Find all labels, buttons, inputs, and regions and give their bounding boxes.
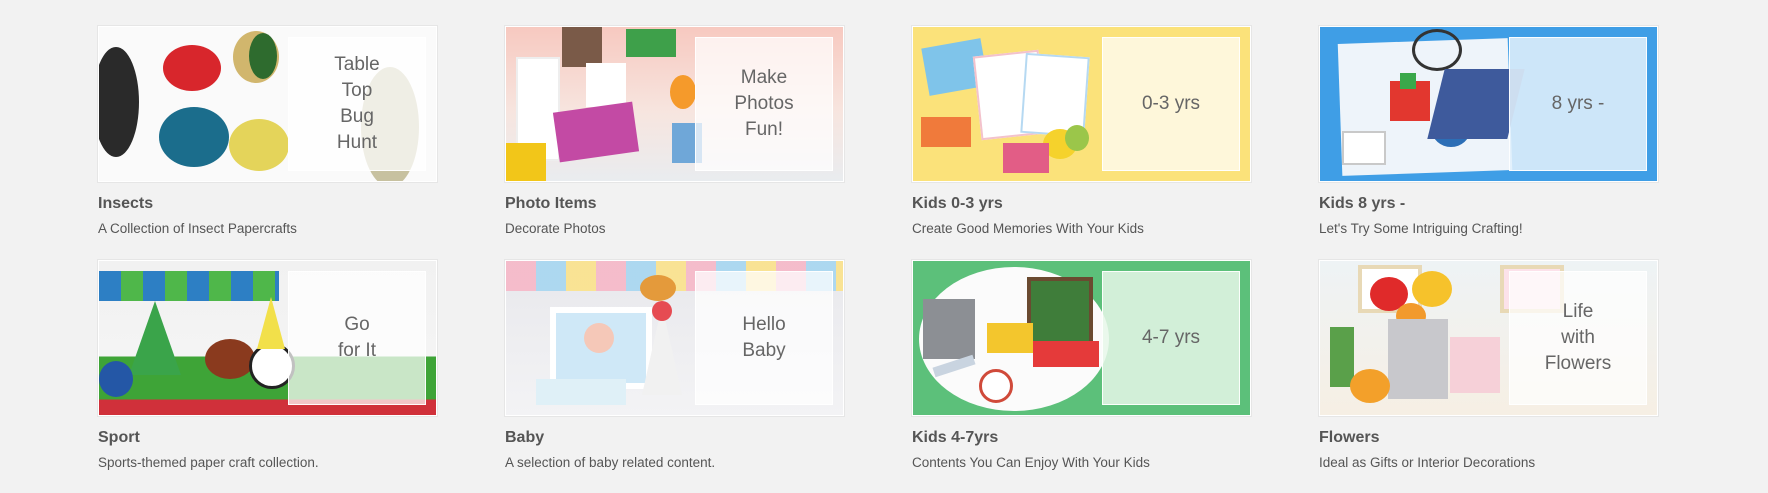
category-description: Decorate Photos bbox=[505, 221, 606, 236]
category-grid: Table Top Bug Hunt Insects A Collection … bbox=[98, 26, 1658, 470]
category-thumbnail[interactable]: 0-3 yrs bbox=[912, 26, 1251, 182]
category-card-flowers[interactable]: Life with Flowers Flowers Ideal as Gifts… bbox=[1319, 260, 1658, 470]
category-overlay-text: Go for It bbox=[288, 271, 426, 405]
category-overlay-text: 0-3 yrs bbox=[1102, 37, 1240, 171]
category-title[interactable]: Flowers bbox=[1319, 429, 1658, 447]
category-description: A selection of baby related content. bbox=[505, 455, 716, 470]
category-card-kids-0-3[interactable]: 0-3 yrs Kids 0-3 yrs Create Good Memorie… bbox=[912, 26, 1251, 236]
category-description: Contents You Can Enjoy With Your Kids bbox=[912, 455, 1150, 470]
category-overlay-text: Life with Flowers bbox=[1509, 271, 1647, 405]
category-title[interactable]: Insects bbox=[98, 195, 437, 213]
category-title[interactable]: Photo Items bbox=[505, 195, 844, 213]
category-description: Let's Try Some Intriguing Crafting! bbox=[1319, 221, 1523, 236]
category-description: A Collection of Insect Papercrafts bbox=[98, 221, 297, 236]
category-title[interactable]: Kids 8 yrs - bbox=[1319, 195, 1658, 213]
category-description: Sports-themed paper craft collection. bbox=[98, 455, 319, 470]
category-card-baby[interactable]: Hello Baby Baby A selection of baby rela… bbox=[505, 260, 844, 470]
category-thumbnail[interactable]: 4-7 yrs bbox=[912, 260, 1251, 416]
category-thumbnail[interactable]: Make Photos Fun! bbox=[505, 26, 844, 182]
category-title[interactable]: Baby bbox=[505, 429, 844, 447]
category-thumbnail[interactable]: Hello Baby bbox=[505, 260, 844, 416]
category-overlay-text: 4-7 yrs bbox=[1102, 271, 1240, 405]
category-thumbnail[interactable]: Life with Flowers bbox=[1319, 260, 1658, 416]
category-description: Create Good Memories With Your Kids bbox=[912, 221, 1144, 236]
category-thumbnail[interactable]: Go for It bbox=[98, 260, 437, 416]
category-thumbnail[interactable]: 8 yrs - bbox=[1319, 26, 1658, 182]
category-overlay-text: Table Top Bug Hunt bbox=[288, 37, 426, 171]
category-overlay-text: Hello Baby bbox=[695, 271, 833, 405]
category-overlay-text: 8 yrs - bbox=[1509, 37, 1647, 171]
category-description: Ideal as Gifts or Interior Decorations bbox=[1319, 455, 1536, 470]
category-overlay-text: Make Photos Fun! bbox=[695, 37, 833, 171]
category-card-kids-4-7[interactable]: 4-7 yrs Kids 4-7yrs Contents You Can Enj… bbox=[912, 260, 1251, 470]
category-card-insects[interactable]: Table Top Bug Hunt Insects A Collection … bbox=[98, 26, 437, 236]
category-thumbnail[interactable]: Table Top Bug Hunt bbox=[98, 26, 437, 182]
category-title[interactable]: Kids 0-3 yrs bbox=[912, 195, 1251, 213]
category-title[interactable]: Sport bbox=[98, 429, 437, 447]
category-card-sport[interactable]: Go for It Sport Sports-themed paper craf… bbox=[98, 260, 437, 470]
category-card-kids-8[interactable]: 8 yrs - Kids 8 yrs - Let's Try Some Intr… bbox=[1319, 26, 1658, 236]
category-card-photo-items[interactable]: Make Photos Fun! Photo Items Decorate Ph… bbox=[505, 26, 844, 236]
category-title[interactable]: Kids 4-7yrs bbox=[912, 429, 1251, 447]
